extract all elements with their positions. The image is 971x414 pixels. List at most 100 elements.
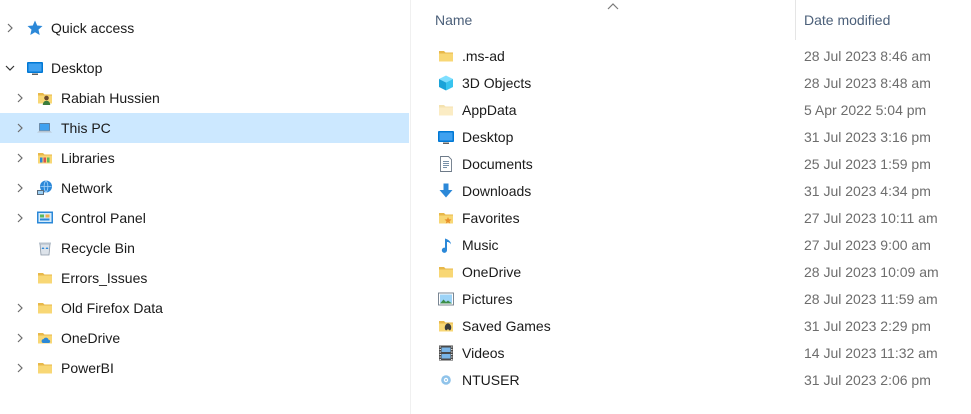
file-date-modified: 14 Jul 2023 11:32 am — [804, 345, 938, 361]
chevron-right-icon[interactable] — [12, 293, 28, 323]
file-name: Pictures — [462, 291, 513, 307]
user-folder-icon — [36, 89, 54, 107]
library-icon — [36, 149, 54, 167]
column-header-date-label: Date modified — [804, 12, 891, 28]
file-row[interactable]: Downloads 31 Jul 2023 4:34 pm — [411, 178, 971, 205]
file-date-modified: 28 Jul 2023 8:48 am — [804, 75, 931, 91]
file-date-modified: 31 Jul 2023 2:29 pm — [804, 318, 931, 334]
file-row[interactable]: Favorites 27 Jul 2023 10:11 am — [411, 205, 971, 232]
file-date-modified: 5 Apr 2022 5:04 pm — [804, 102, 927, 118]
chevron-right-icon[interactable] — [12, 353, 28, 383]
nav-item-quick-access[interactable]: Quick access — [0, 13, 409, 43]
computer-icon — [36, 119, 54, 137]
chevron-down-icon[interactable] — [2, 53, 18, 83]
column-header-name-label: Name — [435, 12, 473, 28]
file-name: 3D Objects — [462, 75, 532, 91]
chevron-right-icon[interactable] — [12, 323, 28, 353]
folder-icon — [36, 359, 54, 377]
file-date-modified: 27 Jul 2023 9:00 am — [804, 237, 931, 253]
file-row[interactable]: Pictures 28 Jul 2023 11:59 am — [411, 286, 971, 313]
column-header-date-modified[interactable]: Date modified — [804, 0, 890, 40]
nav-item-label: Old Firefox Data — [61, 300, 163, 316]
network-icon — [36, 179, 54, 197]
file-name: Desktop — [462, 129, 514, 145]
file-date-modified: 27 Jul 2023 10:11 am — [804, 210, 938, 226]
desktop-icon — [437, 128, 455, 146]
system-file-icon — [437, 371, 455, 389]
folder-icon — [36, 269, 54, 287]
sort-ascending-icon — [607, 3, 619, 10]
file-name: Saved Games — [462, 318, 551, 334]
chevron-right-icon[interactable] — [12, 173, 28, 203]
file-row[interactable]: Documents 25 Jul 2023 1:59 pm — [411, 151, 971, 178]
nav-item-rabiah-hussien[interactable]: Rabiah Hussien — [0, 83, 409, 113]
nav-item-errors-issues[interactable]: Errors_Issues — [0, 263, 409, 293]
file-row[interactable]: Music 27 Jul 2023 9:00 am — [411, 232, 971, 259]
star-icon — [26, 19, 44, 37]
file-name: NTUSER — [462, 372, 520, 388]
nav-item-onedrive[interactable]: OneDrive — [0, 323, 409, 353]
file-list-pane: Name Date modified .ms-ad 28 Jul 2023 8:4… — [411, 0, 971, 414]
desktop-icon — [26, 59, 44, 77]
nav-item-label: OneDrive — [61, 330, 121, 346]
nav-item-libraries[interactable]: Libraries — [0, 143, 409, 173]
nav-item-label: Desktop — [51, 60, 103, 76]
nav-item-recycle-bin[interactable]: Recycle Bin — [0, 233, 409, 263]
navigation-pane: Quick access Desktop Rabiah Hussien This PC… — [0, 0, 410, 414]
control-panel-icon — [36, 209, 54, 227]
chevron-right-icon[interactable] — [12, 143, 28, 173]
3d-objects-icon — [437, 74, 455, 92]
file-name: AppData — [462, 102, 517, 118]
favorites-icon — [437, 209, 455, 227]
file-row[interactable]: NTUSER 31 Jul 2023 2:06 pm — [411, 367, 971, 394]
nav-item-label: This PC — [61, 120, 111, 136]
file-name: Downloads — [462, 183, 532, 199]
file-name: Music — [462, 237, 499, 253]
column-resize-handle[interactable] — [795, 0, 796, 40]
videos-icon — [437, 344, 455, 362]
file-date-modified: 31 Jul 2023 2:06 pm — [804, 372, 931, 388]
file-date-modified: 31 Jul 2023 4:34 pm — [804, 183, 931, 199]
file-row[interactable]: Desktop 31 Jul 2023 3:16 pm — [411, 124, 971, 151]
folder-hidden-icon — [437, 101, 455, 119]
file-row[interactable]: Videos 14 Jul 2023 11:32 am — [411, 340, 971, 367]
file-date-modified: 28 Jul 2023 11:59 am — [804, 291, 938, 307]
chevron-right-icon[interactable] — [12, 113, 28, 143]
file-name: Documents — [462, 156, 533, 172]
saved-games-icon — [437, 317, 455, 335]
nav-item-control-panel[interactable]: Control Panel — [0, 203, 409, 233]
file-name: .ms-ad — [462, 48, 505, 64]
column-header-name[interactable]: Name — [435, 0, 472, 40]
nav-item-label: Rabiah Hussien — [61, 90, 160, 106]
nav-item-desktop[interactable]: Desktop — [0, 53, 409, 83]
file-name: OneDrive — [462, 264, 522, 280]
file-row[interactable]: OneDrive 28 Jul 2023 10:09 am — [411, 259, 971, 286]
file-row[interactable]: .ms-ad 28 Jul 2023 8:46 am — [411, 43, 971, 70]
nav-item-label: PowerBI — [61, 360, 114, 376]
documents-icon — [437, 155, 455, 173]
nav-item-this-pc[interactable]: This PC — [0, 113, 409, 143]
nav-item-powerbi[interactable]: PowerBI — [0, 353, 409, 383]
file-date-modified: 28 Jul 2023 8:46 am — [804, 48, 931, 64]
nav-item-label: Libraries — [61, 150, 115, 166]
chevron-right-icon[interactable] — [2, 13, 18, 43]
folder-icon — [437, 263, 455, 281]
pictures-icon — [437, 290, 455, 308]
nav-item-old-firefox-data[interactable]: Old Firefox Data — [0, 293, 409, 323]
downloads-icon — [437, 182, 455, 200]
nav-item-label: Errors_Issues — [61, 270, 148, 286]
chevron-right-icon[interactable] — [12, 83, 28, 113]
nav-item-network[interactable]: Network — [0, 173, 409, 203]
music-icon — [437, 236, 455, 254]
file-name: Favorites — [462, 210, 520, 226]
file-row[interactable]: Saved Games 31 Jul 2023 2:29 pm — [411, 313, 971, 340]
chevron-right-icon[interactable] — [12, 203, 28, 233]
file-date-modified: 28 Jul 2023 10:09 am — [804, 264, 939, 280]
nav-item-label: Control Panel — [61, 210, 146, 226]
file-row[interactable]: AppData 5 Apr 2022 5:04 pm — [411, 97, 971, 124]
folder-icon — [437, 47, 455, 65]
nav-item-label: Recycle Bin — [61, 240, 135, 256]
file-name: Videos — [462, 345, 505, 361]
file-row[interactable]: 3D Objects 28 Jul 2023 8:48 am — [411, 70, 971, 97]
folder-icon — [36, 299, 54, 317]
